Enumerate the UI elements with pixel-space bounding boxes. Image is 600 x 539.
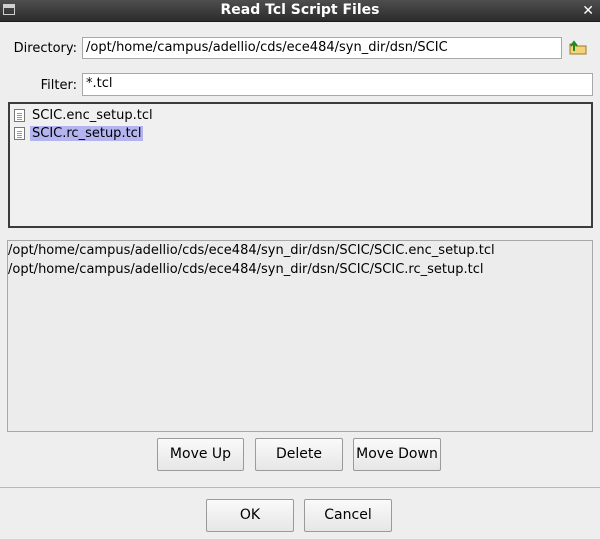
cancel-button[interactable]: Cancel	[304, 499, 392, 532]
file-icon	[14, 109, 25, 122]
window-title: Read Tcl Script Files	[220, 2, 380, 18]
filter-label: Filter:	[40, 78, 77, 93]
file-list-item[interactable]: SCIC.rc_setup.tcl	[14, 125, 144, 142]
move-down-button[interactable]: Move Down	[353, 438, 441, 471]
ok-button[interactable]: OK	[206, 499, 294, 532]
file-name: SCIC.rc_setup.tcl	[30, 126, 144, 141]
selected-path-item[interactable]: /opt/home/campus/adellio/cds/ece484/syn_…	[8, 261, 483, 279]
file-list-item[interactable]: SCIC.enc_setup.tcl	[14, 107, 155, 124]
directory-field[interactable]: /opt/home/campus/adellio/cds/ece484/syn_…	[82, 37, 562, 59]
selected-path-item[interactable]: /opt/home/campus/adellio/cds/ece484/syn_…	[8, 242, 495, 260]
file-icon	[14, 127, 25, 140]
title-bar: Read Tcl Script Files ✕	[0, 0, 600, 22]
file-list[interactable]: SCIC.enc_setup.tcl SCIC.rc_setup.tcl	[8, 102, 593, 228]
selected-path-list[interactable]: /opt/home/campus/adellio/cds/ece484/syn_…	[7, 240, 593, 432]
separator	[0, 487, 600, 488]
up-folder-icon[interactable]	[569, 39, 587, 55]
delete-button[interactable]: Delete	[255, 438, 343, 471]
file-name: SCIC.enc_setup.tcl	[32, 108, 153, 123]
filter-field[interactable]: *.tcl	[82, 73, 593, 96]
close-icon[interactable]: ✕	[582, 2, 594, 20]
move-up-button[interactable]: Move Up	[157, 438, 244, 471]
directory-label: Directory:	[13, 41, 77, 56]
